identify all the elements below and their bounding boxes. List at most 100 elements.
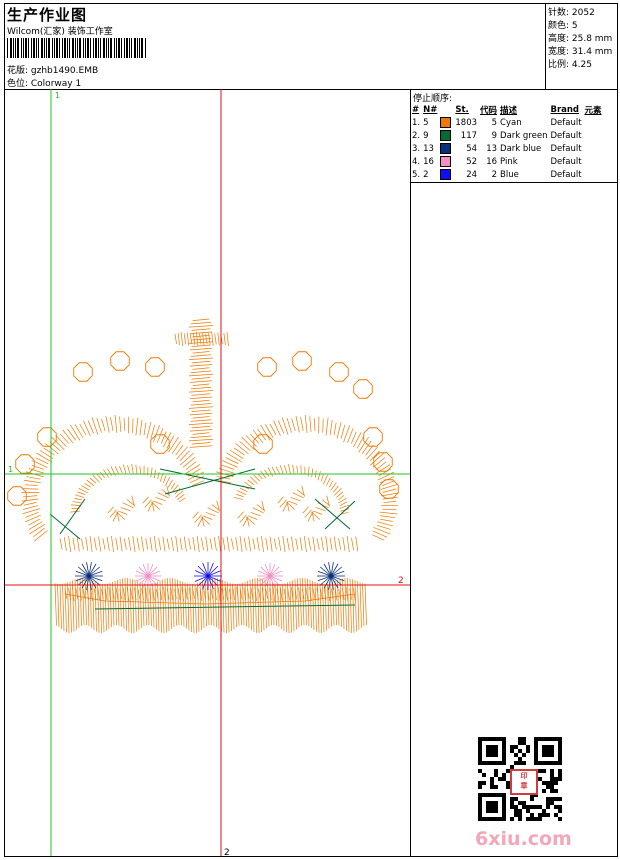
barcode-bar [87, 38, 89, 58]
barcode-bar [10, 38, 12, 58]
row-brand: Default [550, 143, 582, 154]
barcode-bar [54, 38, 55, 58]
barcode-bar [56, 38, 58, 58]
row-needle: 5 [423, 117, 429, 128]
barcode-bar [103, 38, 105, 58]
barcode-bar [28, 38, 29, 58]
row-swatch [440, 168, 455, 181]
barcode-bar [62, 38, 63, 58]
row-element [585, 129, 605, 142]
barcode-bar [116, 38, 117, 58]
barcode-bar [17, 38, 19, 58]
table-row: 4. 16 52 16 Pink Default [412, 155, 605, 168]
row-element [585, 116, 605, 129]
barcode-bar [67, 38, 68, 58]
design-width: 宽度: 31.4 mm [548, 47, 613, 57]
stitch-count: 针数: 2052 [548, 8, 595, 18]
crown-embroidery-design: 1 1 2 2 [5, 89, 410, 856]
red-guide-label-bottom: 2 [224, 848, 230, 856]
barcode-bar [121, 38, 122, 58]
color-swatch [440, 143, 452, 154]
barcode-bar [72, 38, 74, 58]
row-stitches: 24 [466, 169, 478, 180]
barcode-bar [21, 38, 22, 58]
row-swatch [440, 129, 455, 142]
sheet-title: 生产作业图 [7, 6, 88, 24]
design-ratio: 比例: 4.25 [548, 60, 592, 70]
barcode-bar [85, 38, 86, 58]
barcode-bar [114, 38, 115, 58]
row-description: Cyan [500, 117, 522, 128]
barcode-bar [98, 38, 99, 58]
green-guide-label-top: 1 [55, 91, 60, 100]
row-code: 9 [491, 130, 498, 141]
red-guide-label-right: 2 [398, 576, 404, 586]
barcode-bar [59, 38, 60, 58]
barcode-bar [137, 38, 138, 58]
row-order: 3. [412, 143, 421, 154]
col-brand: Brand [550, 104, 580, 115]
barcode-bar [79, 38, 81, 58]
table-row: 1. 5 1803 5 Cyan Default [412, 116, 605, 129]
row-stitches: 1803 [455, 117, 478, 128]
table-row: 2. 9 117 9 Dark green Default [412, 129, 605, 142]
row-element [585, 155, 605, 168]
barcode-bar [13, 38, 14, 58]
barcode-bar [48, 38, 50, 58]
row-needle: 9 [423, 130, 429, 141]
barcode [7, 38, 146, 58]
row-stitches: 117 [460, 130, 478, 141]
col-stitches: St. [455, 104, 469, 115]
col-code: 代码 [480, 105, 498, 116]
barcode-bar [126, 38, 128, 58]
barcode-bar [110, 38, 112, 58]
barcode-bar [100, 38, 101, 58]
row-code: 5 [491, 117, 498, 128]
row-code: 16 [486, 156, 498, 167]
row-description: Dark green [500, 130, 548, 141]
row-order: 4. [412, 156, 421, 167]
row-brand: Default [550, 130, 582, 141]
barcode-bar [23, 38, 24, 58]
barcode-bar [64, 38, 66, 58]
production-sheet: 生产作业图 Wilcom(汇家) 装饰工作室 花版: gzhb1490.EMB … [4, 3, 618, 857]
row-stitches: 52 [466, 156, 478, 167]
table-row: 5. 2 24 2 Blue Default [412, 168, 605, 181]
table-header-row: # N# St. 代码 描述 Brand 元素 [412, 103, 605, 116]
col-description: 描述 [500, 105, 518, 116]
row-element [585, 142, 605, 155]
design-stats: 针数: 2052 颜色: 5 高度: 25.8 mm 宽度: 31.4 mm 比… [546, 4, 617, 89]
row-element [585, 168, 605, 181]
barcode-bar [118, 38, 120, 58]
barcode-bar [129, 38, 130, 58]
row-order: 5. [412, 169, 421, 180]
row-order: 2. [412, 130, 421, 141]
row-order: 1. [412, 117, 421, 128]
col-needle: N# [423, 104, 438, 115]
barcode-bar [90, 38, 91, 58]
barcode-bar [95, 38, 97, 58]
seal-stamp-icon: 印章 [510, 769, 538, 795]
barcode-bar [83, 38, 84, 58]
barcode-bar [69, 38, 70, 58]
color-swatch [440, 156, 452, 167]
table-row: 3. 13 54 13 Dark blue Default [412, 142, 605, 155]
watermark-logo: 6xiu.com [475, 828, 572, 850]
barcode-bar [106, 38, 107, 58]
barcode-bar [44, 38, 45, 58]
barcode-bar [52, 38, 53, 58]
barcode-bar [46, 38, 47, 58]
row-code: 2 [491, 169, 498, 180]
row-brand: Default [550, 156, 582, 167]
row-swatch [440, 142, 455, 155]
row-code: 13 [486, 143, 498, 154]
stitch-layer [7, 318, 399, 634]
row-brand: Default [550, 169, 582, 180]
design-height: 高度: 25.8 mm [548, 34, 613, 44]
barcode-bar [7, 38, 8, 58]
barcode-bar [36, 38, 37, 58]
studio-name: Wilcom(汇家) 装饰工作室 [7, 27, 113, 37]
row-description: Pink [500, 156, 518, 167]
row-stitches: 54 [466, 143, 478, 154]
color-swatch [440, 130, 452, 141]
